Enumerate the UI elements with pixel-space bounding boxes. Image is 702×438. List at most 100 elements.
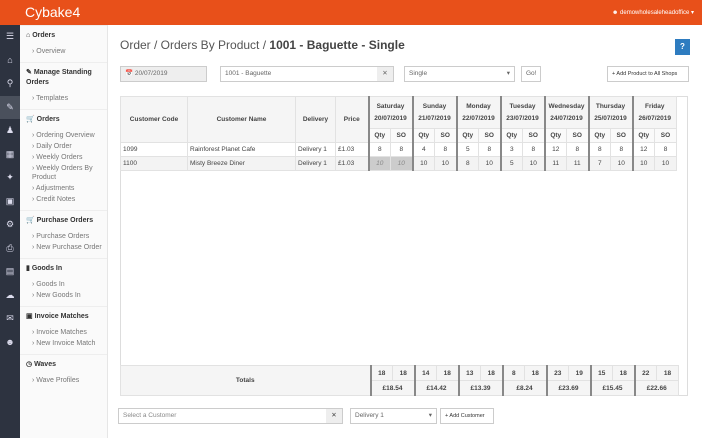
total-cell: 22 — [633, 365, 657, 381]
icon-sidebar: ☰ ⌂ ⚲ ✎ ♟ ▦ ✦ ▣ ⚙ ⎙ ▤ ☁ ✉ ☻ — [0, 25, 20, 438]
so-cell[interactable]: 10 — [478, 156, 501, 171]
total-value: £8.24 — [501, 380, 547, 396]
menu-heading[interactable]: 🛒 Orders — [20, 109, 107, 130]
user-settings-icon[interactable]: ☻ — [0, 331, 20, 355]
menu-item[interactable]: › Templates — [20, 93, 107, 104]
so-cell[interactable]: 8 — [522, 142, 545, 157]
cart-icon: 🛒 — [26, 116, 35, 123]
menu-heading[interactable]: ▮ Goods In — [20, 258, 107, 279]
menu-item[interactable]: › Adjustments — [20, 183, 107, 194]
type-select[interactable]: Single ▾ — [404, 66, 515, 82]
so-header: SO — [434, 128, 457, 143]
product-select[interactable]: 1001 - Baguette ✕ — [220, 66, 394, 82]
so-cell[interactable]: 10 — [390, 156, 413, 171]
so-cell[interactable]: 10 — [522, 156, 545, 171]
chevron-right-icon: › — [32, 132, 35, 139]
add-product-all-shops-button[interactable]: + Add Product to All Shops — [607, 66, 689, 82]
help-button[interactable]: ? — [675, 39, 690, 55]
qty-cell[interactable]: 12 — [543, 142, 567, 157]
qty-cell[interactable]: 3 — [499, 142, 523, 157]
customer-select[interactable]: Select a Customer ✕ — [118, 408, 343, 424]
menu-item[interactable]: › Invoice Matches — [20, 327, 107, 338]
search-icon[interactable]: ⚲ — [0, 72, 20, 96]
so-cell[interactable]: 8 — [566, 142, 589, 157]
menu-item[interactable]: › Ordering Overview — [20, 130, 107, 141]
qty-cell[interactable]: 5 — [455, 142, 479, 157]
user-menu[interactable]: ☻ demowholesaleheadoffice ▾ — [612, 9, 694, 16]
total-value: £14.42 — [413, 380, 459, 396]
print-icon[interactable]: ⎙ — [0, 237, 20, 261]
gears-icon[interactable]: ⚙ — [0, 213, 20, 237]
menu-item[interactable]: › Wave Profiles — [20, 375, 107, 386]
menu-heading[interactable]: ▣ Invoice Matches — [20, 306, 107, 327]
so-cell[interactable]: 10 — [610, 156, 633, 171]
chevron-right-icon: › — [32, 377, 35, 384]
menu-item[interactable]: › Weekly Orders — [20, 152, 107, 163]
menu-item[interactable]: › Purchase Orders — [20, 231, 107, 242]
day-header: Wednesday 24/07/2019 — [543, 96, 589, 129]
menu-heading[interactable]: ⌂ Orders — [20, 25, 107, 46]
chevron-right-icon: › — [32, 196, 35, 203]
qty-cell[interactable]: 4 — [411, 142, 435, 157]
qty-cell[interactable]: 11 — [543, 156, 567, 171]
so-header: SO — [566, 128, 589, 143]
menu-item[interactable]: › Overview — [20, 46, 107, 57]
so-cell[interactable]: 8 — [654, 142, 677, 157]
menu-heading[interactable]: 🛒 Purchase Orders — [20, 210, 107, 231]
clock-icon: ◷ — [26, 361, 33, 368]
mail-icon[interactable]: ✉ — [0, 307, 20, 331]
qty-cell[interactable]: 10 — [367, 156, 391, 171]
go-button[interactable]: Go! — [521, 66, 541, 82]
column-header: Price — [335, 96, 369, 143]
home-icon[interactable]: ⌂ — [0, 49, 20, 73]
qty-cell[interactable]: 7 — [587, 156, 611, 171]
column-header: Customer Name — [187, 96, 296, 143]
total-value: £18.54 — [369, 380, 415, 396]
money-icon[interactable]: ▤ — [0, 260, 20, 284]
so-cell[interactable]: 8 — [478, 142, 501, 157]
qty-cell[interactable]: 10 — [631, 156, 655, 171]
menu-item[interactable]: › Daily Order — [20, 141, 107, 152]
qty-cell[interactable]: 8 — [455, 156, 479, 171]
boxes-icon[interactable]: ▣ — [0, 190, 20, 214]
menu-item[interactable]: › New Goods In — [20, 290, 107, 301]
so-cell[interactable]: 10 — [654, 156, 677, 171]
add-customer-button[interactable]: + Add Customer — [440, 408, 494, 424]
total-cell: 18 — [656, 365, 679, 381]
menu-heading[interactable]: ✎ Manage Standing Orders — [20, 62, 107, 93]
so-cell[interactable]: 8 — [434, 142, 457, 157]
menu-item[interactable]: › Weekly Orders By Product — [20, 163, 107, 183]
menu-group: ▣ Invoice Matches › Invoice Matches › New … — [20, 306, 107, 354]
edit-icon[interactable]: ✎ — [0, 95, 20, 119]
cake-icon[interactable]: ▦ — [0, 143, 20, 167]
so-header: SO — [522, 128, 545, 143]
so-cell[interactable]: 8 — [610, 142, 633, 157]
users-icon[interactable]: ♟ — [0, 119, 20, 143]
menu-icon[interactable]: ☰ — [0, 25, 20, 49]
chevron-right-icon: › — [32, 292, 35, 299]
total-value: £13.39 — [457, 380, 503, 396]
qty-cell[interactable]: 10 — [411, 156, 435, 171]
menu-heading[interactable]: ◷ Waves — [20, 354, 107, 375]
menu-item[interactable]: › Goods In — [20, 279, 107, 290]
so-cell[interactable]: 8 — [390, 142, 413, 157]
clear-icon[interactable]: ✕ — [326, 409, 342, 423]
cloud-download-icon[interactable]: ☁ — [0, 284, 20, 308]
clear-icon[interactable]: ✕ — [377, 67, 393, 81]
so-cell[interactable]: 10 — [434, 156, 457, 171]
qty-cell[interactable]: 8 — [587, 142, 611, 157]
chevron-right-icon: › — [32, 165, 35, 172]
delivery-select[interactable]: Delivery 1 ▾ — [350, 408, 437, 424]
total-cell: 18 — [524, 365, 547, 381]
menu-item[interactable]: › New Purchase Order — [20, 242, 107, 253]
cutlery-icon[interactable]: ✦ — [0, 166, 20, 190]
qty-cell[interactable]: 5 — [499, 156, 523, 171]
qty-cell[interactable]: 8 — [367, 142, 391, 157]
qty-cell[interactable]: 12 — [631, 142, 655, 157]
so-cell[interactable]: 11 — [566, 156, 589, 171]
cart-icon: 🛒 — [26, 217, 35, 224]
date-input[interactable]: 📅 20/07/2019 — [120, 66, 207, 82]
main-header: Order / Orders By Product / 1001 - Bague… — [120, 25, 690, 55]
menu-item[interactable]: › Credit Notes — [20, 194, 107, 205]
menu-item[interactable]: › New Invoice Match — [20, 338, 107, 349]
